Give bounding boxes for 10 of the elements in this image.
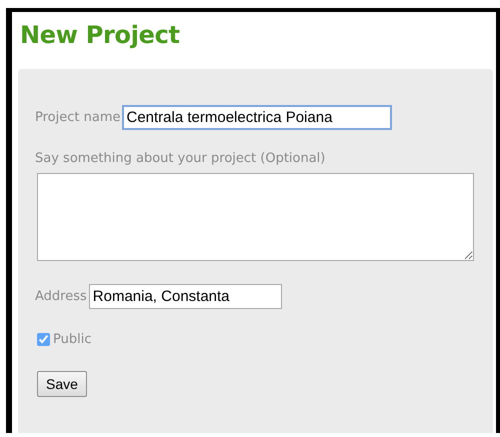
text-field[interactable]: Romania, Constanta (88, 284, 282, 309)
page-title: New Project (19, 20, 181, 51)
field-label: Address (35, 289, 87, 304)
save-button[interactable]: Save (37, 371, 87, 397)
field-label: Say something about your project (Optional) (35, 151, 326, 166)
text-field[interactable]: Centrala termoelectrica Poiana (122, 105, 392, 130)
field-label: Project name (35, 110, 120, 125)
public-checkbox[interactable] (37, 333, 50, 346)
description-field[interactable] (37, 173, 474, 261)
checkbox-label: Public (53, 332, 92, 347)
